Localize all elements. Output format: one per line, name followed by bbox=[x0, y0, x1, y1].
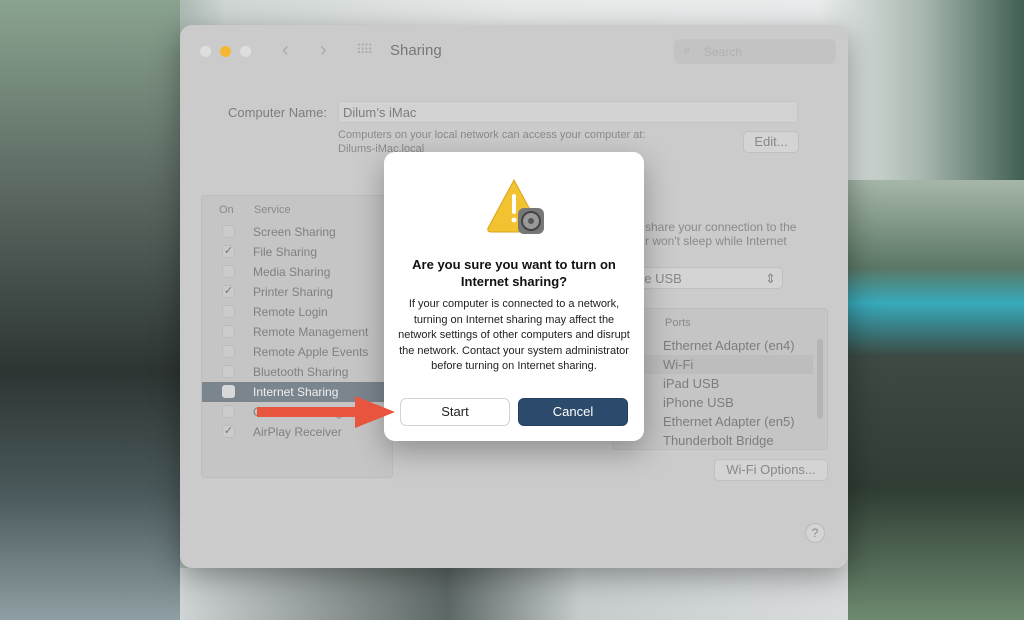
service-label: Screen Sharing bbox=[253, 225, 336, 239]
search-placeholder: Search bbox=[704, 45, 743, 59]
col-ports: Ports bbox=[665, 317, 691, 329]
network-info: Computers on your local network can acce… bbox=[338, 129, 646, 141]
internet-sharing-desc-2: r won't sleep while Internet bbox=[645, 234, 787, 248]
service-label: Remote Login bbox=[253, 305, 328, 319]
service-label: Media Sharing bbox=[253, 265, 331, 279]
service-checkbox[interactable] bbox=[222, 345, 235, 358]
confirm-dialog: Are you sure you want to turn on Interne… bbox=[384, 152, 644, 441]
grid-icon[interactable]: ⠿⠿ bbox=[356, 42, 373, 58]
wallpaper-bottom bbox=[180, 568, 848, 620]
red-arrow-annotation bbox=[257, 396, 395, 428]
service-checkbox[interactable] bbox=[222, 265, 235, 278]
scrollbar[interactable] bbox=[817, 339, 823, 419]
back-icon[interactable]: ‹ bbox=[282, 39, 289, 62]
service-row[interactable]: ✓ File Sharing bbox=[202, 242, 394, 262]
col-on: On bbox=[219, 204, 234, 216]
computer-name-label: Computer Name: bbox=[228, 105, 327, 120]
ports-list: Ports Ethernet Adapter (en4) Wi-Fi iPad US… bbox=[612, 308, 828, 450]
service-row[interactable]: Remote Login bbox=[202, 302, 394, 322]
service-label: Remote Apple Events bbox=[253, 345, 369, 359]
forward-icon[interactable]: › bbox=[320, 39, 327, 62]
dialog-title: Are you sure you want to turn on Interne… bbox=[412, 257, 616, 289]
close-button[interactable] bbox=[200, 46, 211, 57]
search-icon: ⌕ bbox=[684, 43, 691, 57]
start-button[interactable]: Start bbox=[400, 398, 510, 426]
col-service: Service bbox=[254, 204, 291, 216]
service-row[interactable]: Remote Management bbox=[202, 322, 394, 342]
window-title: Sharing bbox=[390, 42, 442, 59]
service-checkbox[interactable]: ✓ bbox=[222, 425, 235, 438]
service-row[interactable]: Remote Apple Events bbox=[202, 342, 394, 362]
service-label: Printer Sharing bbox=[253, 285, 334, 299]
wallpaper-left bbox=[0, 0, 180, 620]
chevron-updown-icon: ⇕ bbox=[765, 271, 776, 286]
wallpaper-right bbox=[848, 180, 1024, 620]
service-checkbox[interactable]: ✓ bbox=[222, 245, 235, 258]
service-label: File Sharing bbox=[253, 245, 318, 259]
warning-icon bbox=[487, 178, 544, 234]
service-label: Bluetooth Sharing bbox=[253, 365, 349, 379]
service-checkbox[interactable] bbox=[222, 225, 235, 238]
service-checkbox[interactable] bbox=[222, 365, 235, 378]
service-checkbox[interactable] bbox=[222, 405, 235, 418]
service-list: On Service Screen Sharing ✓ File Sharing Me… bbox=[201, 195, 394, 478]
service-checkbox[interactable] bbox=[222, 385, 235, 398]
service-row[interactable]: ✓ Printer Sharing bbox=[202, 282, 394, 302]
service-row[interactable]: Screen Sharing bbox=[202, 222, 394, 242]
help-button[interactable]: ? bbox=[805, 523, 825, 543]
cancel-button[interactable]: Cancel bbox=[518, 398, 628, 426]
service-checkbox[interactable]: ✓ bbox=[222, 285, 235, 298]
computer-name-field[interactable]: Dilum’s iMac bbox=[338, 101, 798, 123]
service-checkbox[interactable] bbox=[222, 325, 235, 338]
edit-button[interactable]: Edit... bbox=[743, 131, 799, 153]
internet-sharing-desc-1: share your connection to the bbox=[645, 220, 797, 234]
service-label: Remote Management bbox=[253, 325, 369, 339]
service-checkbox[interactable] bbox=[222, 305, 235, 318]
dialog-message: If your computer is connected to a netwo… bbox=[398, 298, 630, 372]
service-row[interactable]: Media Sharing bbox=[202, 262, 394, 282]
search-input[interactable]: ⌕ Search bbox=[674, 39, 836, 64]
minimize-button[interactable] bbox=[220, 46, 231, 57]
service-row[interactable]: Bluetooth Sharing bbox=[202, 362, 394, 382]
wifi-options-button[interactable]: Wi-Fi Options... bbox=[714, 459, 828, 481]
zoom-button[interactable] bbox=[240, 46, 251, 57]
